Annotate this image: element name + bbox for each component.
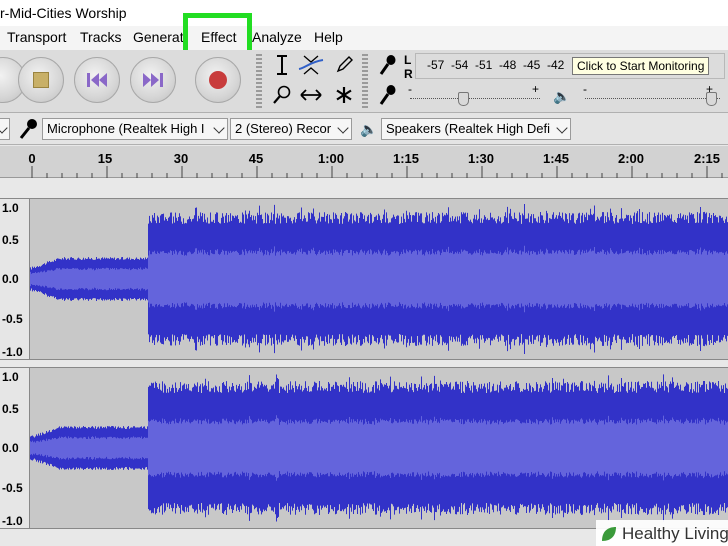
amplitude-label: 1.0 bbox=[2, 370, 19, 384]
amplitude-label: 0.5 bbox=[2, 233, 19, 247]
menu-effect[interactable]: Effect bbox=[201, 29, 237, 45]
timeline-ruler[interactable]: 0 15 30 45 1:00 1:15 1:30 1:45 2:00 2:15 bbox=[0, 146, 728, 178]
recording-device-dropdown[interactable]: Microphone (Realtek High I bbox=[42, 118, 228, 140]
speaker-icon: 🔈 bbox=[360, 121, 378, 137]
menu-generate[interactable]: Generate bbox=[133, 29, 183, 45]
recording-channels-value: 2 (Stereo) Recor bbox=[235, 121, 332, 136]
timeline-label: 1:15 bbox=[392, 151, 420, 166]
recording-device-value: Microphone (Realtek High I bbox=[47, 121, 205, 136]
timeline-label: 2:00 bbox=[617, 151, 645, 166]
timeline-label: 0 bbox=[28, 151, 36, 166]
record-meter-button[interactable] bbox=[375, 53, 401, 77]
timeline-label: 15 bbox=[97, 151, 113, 166]
stop-button[interactable] bbox=[18, 57, 64, 103]
amplitude-label: -1.0 bbox=[2, 345, 23, 359]
meter-tick-45: -45 bbox=[523, 58, 541, 72]
recording-volume-min: - bbox=[408, 82, 412, 96]
meter-left-label: L bbox=[404, 53, 412, 67]
multi-tool[interactable] bbox=[331, 83, 357, 107]
asterisk-icon bbox=[336, 87, 352, 103]
timeline-label: 1:45 bbox=[542, 151, 570, 166]
magnifier-icon bbox=[273, 85, 291, 104]
waveform[interactable] bbox=[30, 368, 728, 528]
amplitude-label: 0.5 bbox=[2, 402, 19, 416]
playback-volume-track[interactable] bbox=[585, 98, 720, 99]
draw-tool[interactable] bbox=[331, 53, 357, 77]
recording-volume-thumb[interactable] bbox=[458, 92, 469, 106]
playback-device-value: Speakers (Realtek High Defi bbox=[386, 121, 551, 136]
skip-to-end-button[interactable] bbox=[130, 57, 176, 103]
microphone-icon bbox=[379, 55, 396, 75]
skip-to-end-icon bbox=[143, 73, 163, 87]
amplitude-label: -1.0 bbox=[2, 514, 23, 528]
stop-icon bbox=[33, 72, 49, 88]
menu-tracks[interactable]: Tracks bbox=[80, 29, 121, 45]
timeline-label: 1:00 bbox=[317, 151, 345, 166]
audio-track-left-channel[interactable]: 1.0 0.5 0.0 -0.5 -1.0 bbox=[0, 198, 728, 360]
amplitude-label: -0.5 bbox=[2, 312, 23, 326]
zoom-tool[interactable] bbox=[269, 83, 295, 107]
waveform[interactable] bbox=[30, 199, 728, 359]
menu-help[interactable]: Help bbox=[314, 29, 343, 45]
recording-channels-dropdown[interactable]: 2 (Stereo) Recor bbox=[230, 118, 352, 140]
meter-tick-51: -51 bbox=[475, 58, 493, 72]
timeline-label: 30 bbox=[173, 151, 189, 166]
playback-volume-thumb[interactable] bbox=[706, 92, 717, 106]
microphone-icon bbox=[379, 85, 396, 105]
meter-tick-54: -54 bbox=[451, 58, 469, 72]
skip-to-start-button[interactable] bbox=[74, 57, 120, 103]
i-beam-icon bbox=[277, 55, 287, 75]
amplitude-ruler: 1.0 0.5 0.0 -0.5 -1.0 bbox=[0, 199, 30, 359]
amplitude-label: 1.0 bbox=[2, 201, 19, 215]
pencil-icon bbox=[336, 56, 353, 73]
double-arrow-icon bbox=[300, 89, 322, 101]
meter-right-label: R bbox=[404, 67, 413, 81]
menu-transport[interactable]: Transport bbox=[7, 29, 66, 45]
watermark-text: Healthy Living bbox=[622, 524, 728, 543]
speaker-icon: 🔈 bbox=[553, 88, 571, 104]
selection-tool[interactable] bbox=[269, 53, 295, 77]
menu-analyze[interactable]: Analyze bbox=[252, 29, 302, 45]
playback-device-dropdown[interactable]: Speakers (Realtek High Defi bbox=[381, 118, 571, 140]
playback-volume-min: - bbox=[583, 82, 587, 96]
toolbar-grip[interactable] bbox=[256, 54, 262, 110]
leaf-logo-icon bbox=[602, 527, 616, 541]
timeline-ticks bbox=[31, 166, 723, 178]
title-bar: r-Mid-Cities Worship bbox=[0, 0, 728, 26]
timeline-label: 45 bbox=[248, 151, 264, 166]
meter-tick-42: -42 bbox=[547, 58, 565, 72]
audio-host-dropdown[interactable] bbox=[0, 118, 10, 140]
monitoring-tooltip: Click to Start Monitoring bbox=[572, 57, 710, 75]
meter-tick-57: -57 bbox=[427, 58, 445, 72]
recording-volume-button[interactable] bbox=[375, 83, 401, 107]
meter-tick-48: -48 bbox=[499, 58, 517, 72]
amplitude-label: 0.0 bbox=[2, 272, 19, 286]
timeline-label: 2:15 bbox=[693, 151, 721, 166]
meter-grip[interactable] bbox=[362, 54, 368, 110]
time-shift-tool[interactable] bbox=[298, 83, 324, 107]
menu-bar: Transport Tracks Generate Effect Analyze… bbox=[0, 26, 728, 50]
watermark: Healthy Living bbox=[596, 520, 728, 546]
timeline-label: 1:30 bbox=[467, 151, 495, 166]
amplitude-label: 0.0 bbox=[2, 441, 19, 455]
amplitude-label: -0.5 bbox=[2, 481, 23, 495]
envelope-icon bbox=[298, 55, 324, 75]
window-title: r-Mid-Cities Worship bbox=[0, 5, 127, 21]
record-icon bbox=[209, 71, 227, 89]
microphone-icon bbox=[19, 119, 37, 139]
audio-track-right-channel[interactable]: 1.0 0.5 0.0 -0.5 -1.0 bbox=[0, 367, 728, 529]
skip-to-start-icon bbox=[87, 73, 107, 87]
envelope-tool[interactable] bbox=[298, 53, 324, 77]
recording-volume-max: + bbox=[532, 82, 540, 96]
recording-volume-track[interactable] bbox=[410, 98, 540, 99]
record-button[interactable] bbox=[195, 57, 241, 103]
amplitude-ruler: 1.0 0.5 0.0 -0.5 -1.0 bbox=[0, 368, 30, 528]
